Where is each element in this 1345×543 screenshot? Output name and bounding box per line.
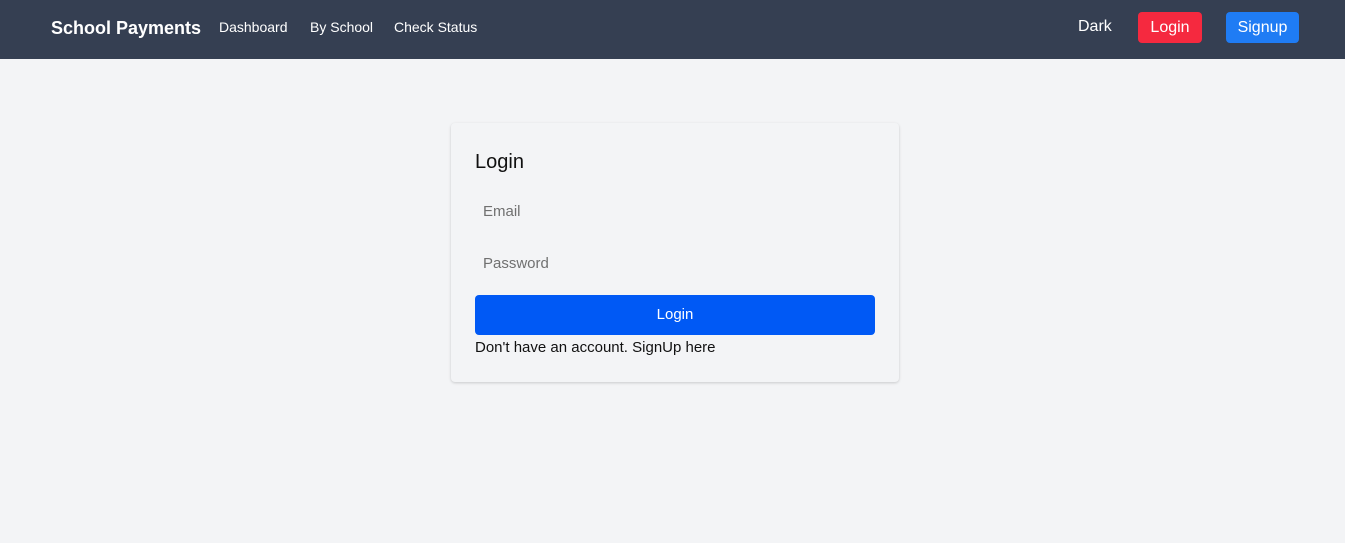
nav-signup-button[interactable]: Signup [1226, 12, 1299, 43]
login-card: Login Login Don't have an account. SignU… [451, 123, 899, 382]
nav-link-check-status[interactable]: Check Status [394, 18, 477, 36]
login-submit-button[interactable]: Login [475, 295, 875, 335]
login-title: Login [475, 151, 524, 173]
theme-toggle-button[interactable]: Dark [1078, 17, 1112, 37]
brand-logo-text[interactable]: School Payments [51, 16, 201, 40]
password-field[interactable] [475, 245, 875, 281]
top-navbar: School Payments Dashboard By School Chec… [0, 0, 1345, 59]
nav-link-by-school[interactable]: By School [310, 18, 373, 36]
email-field[interactable] [475, 193, 875, 229]
signup-link[interactable]: Don't have an account. SignUp here [475, 338, 716, 358]
nav-login-button[interactable]: Login [1138, 12, 1202, 43]
nav-link-dashboard[interactable]: Dashboard [219, 18, 288, 36]
